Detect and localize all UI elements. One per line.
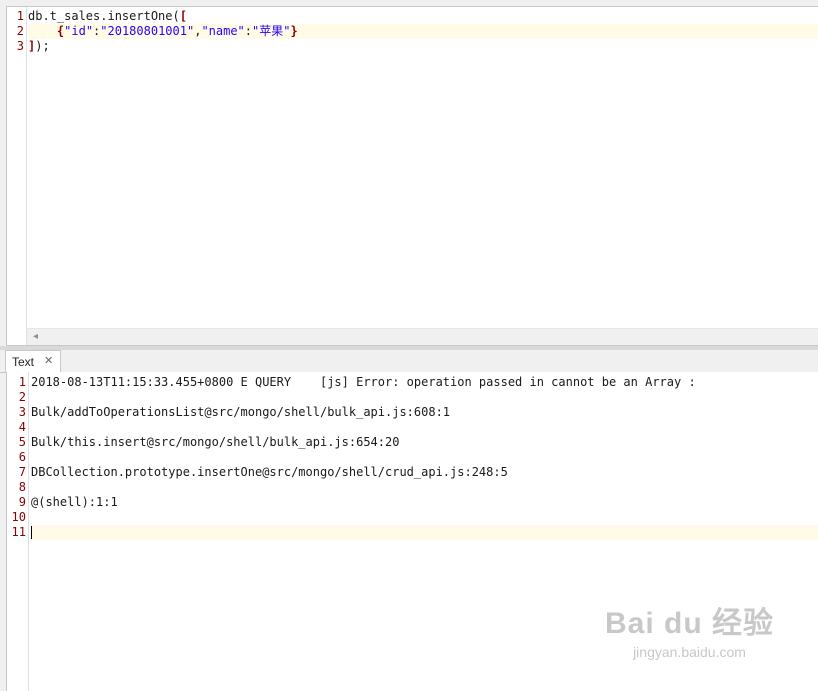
code-token: "20180801001" — [100, 24, 195, 38]
output-line-text: 2018-08-13T11:15:33.455+0800 E QUERY [js… — [31, 375, 696, 389]
code-token: "苹果" — [252, 24, 291, 38]
output-line[interactable] — [31, 390, 818, 405]
code-line[interactable]: db.t_sales.insertOne([ — [28, 9, 818, 24]
output-line-number: 6 — [18, 450, 26, 464]
watermark-logo: Bai du 经验 — [604, 607, 774, 640]
scroll-left-icon[interactable]: ◂ — [33, 331, 38, 342]
output-line[interactable]: @(shell):1:1 — [31, 495, 818, 510]
output-line[interactable]: 2018-08-13T11:15:33.455+0800 E QUERY [js… — [31, 375, 818, 390]
output-line[interactable]: Bulk/this.insert@src/mongo/shell/bulk_ap… — [31, 435, 818, 450]
output-line-number: 11 — [11, 525, 26, 539]
code-line[interactable]: {"id":"20180801001","name":"苹果"} — [28, 24, 818, 39]
code-token: db.t_sales.insertOne( — [28, 9, 180, 23]
output-line-text: Bulk/this.insert@src/mongo/shell/bulk_ap… — [31, 435, 400, 449]
line-number: 1 — [16, 9, 24, 23]
tab-text[interactable]: Text ✕ — [5, 350, 61, 372]
output-line-number: 2 — [18, 390, 26, 404]
output-line-number-gutter: 1 2 3 4 5 6 7 8 9 10 11 — [7, 372, 29, 691]
text-cursor — [31, 526, 32, 539]
output-line[interactable]: DBCollection.prototype.insertOne@src/mon… — [31, 465, 818, 480]
code-line[interactable]: ]); — [28, 39, 818, 54]
code-token: "id" — [64, 24, 94, 38]
horizontal-scrollbar[interactable]: ◂ — [27, 328, 818, 345]
output-line[interactable]: Bulk/addToOperationsList@src/mongo/shell… — [31, 405, 818, 420]
tab-text-label: Text — [12, 355, 35, 369]
output-line[interactable] — [31, 525, 818, 540]
code-token: "name" — [201, 24, 245, 38]
close-icon[interactable]: ✕ — [44, 354, 53, 367]
line-number: 2 — [16, 24, 24, 38]
output-line-number: 3 — [18, 405, 26, 419]
line-number-gutter: 123 — [7, 7, 27, 345]
output-line-number: 1 — [18, 375, 26, 389]
output-line[interactable] — [31, 510, 818, 525]
output-line-number: 4 — [18, 420, 26, 434]
output-line-number: 10 — [11, 510, 26, 524]
code-token: ); — [35, 39, 50, 53]
output-line-number: 7 — [18, 465, 26, 479]
watermark: Bai du 经验 jingyan.baidu.com — [605, 598, 774, 660]
query-editor[interactable]: 123 db.t_sales.insertOne([ {"id":"201808… — [6, 6, 818, 346]
code-token: } — [290, 24, 298, 38]
output-line[interactable] — [31, 450, 818, 465]
output-line-text: DBCollection.prototype.insertOne@src/mon… — [31, 465, 508, 479]
output-line[interactable] — [31, 420, 818, 435]
output-tab-bar: Text ✕ — [0, 350, 818, 373]
code-token: [ — [179, 9, 187, 23]
output-line-text: Bulk/addToOperationsList@src/mongo/shell… — [31, 405, 451, 419]
line-number: 3 — [16, 39, 24, 53]
query-editor-pane: 123 db.t_sales.insertOne([ {"id":"201808… — [0, 0, 818, 346]
code-token: : — [244, 24, 253, 38]
output-line-number: 9 — [18, 495, 26, 509]
output-line-number: 5 — [18, 435, 26, 449]
output-line-text: @(shell):1:1 — [31, 495, 118, 509]
watermark-url: jingyan.baidu.com — [633, 644, 746, 660]
output-line-number: 8 — [18, 480, 26, 494]
output-line[interactable] — [31, 480, 818, 495]
